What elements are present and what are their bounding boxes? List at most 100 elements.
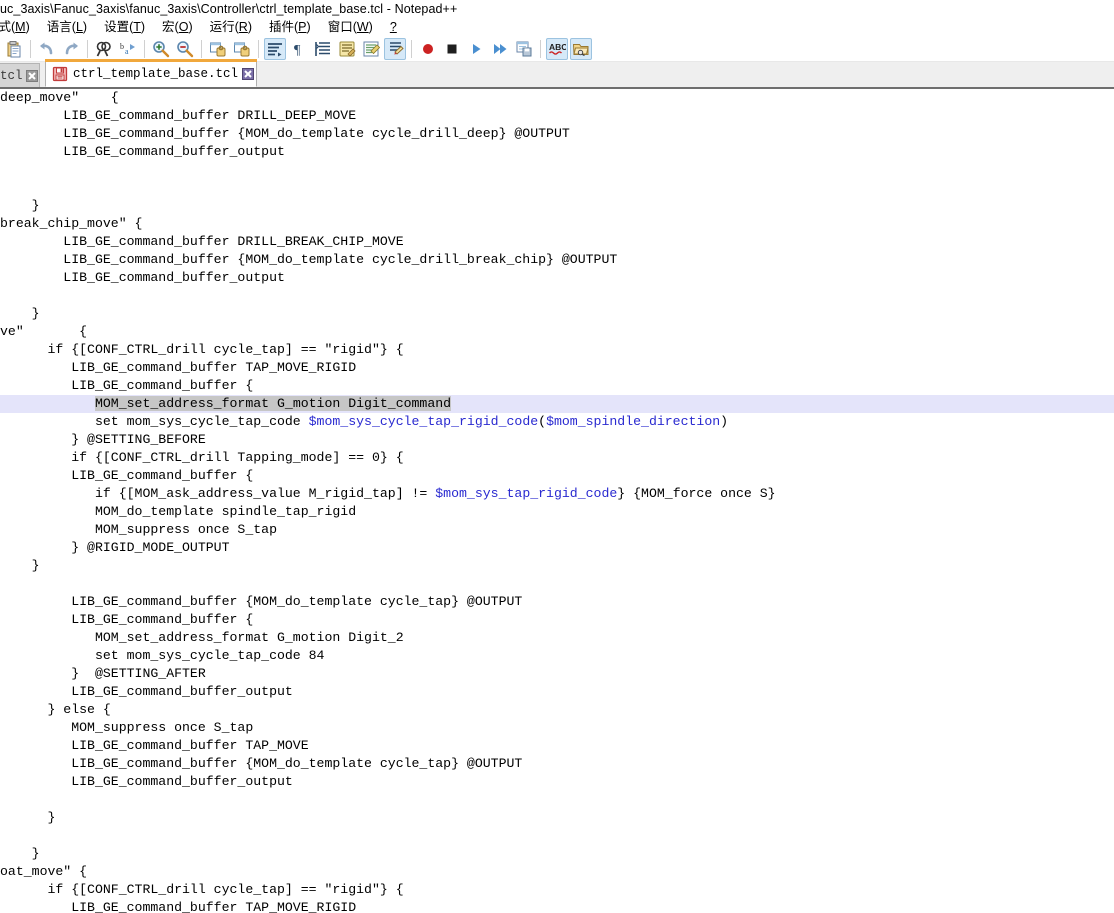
code-line[interactable]: LIB_GE_command_buffer DRILL_DEEP_MOVE [0,107,1114,125]
document-map-button[interactable] [360,38,382,60]
code-selection[interactable]: MOM_set_address_format G_motion Digit_co… [94,396,452,411]
paste-button[interactable] [3,38,25,60]
code-line[interactable]: LIB_GE_command_buffer TAP_MOVE_RIGID [0,899,1114,913]
function-list-button[interactable] [384,37,406,60]
code-line[interactable]: LIB_GE_command_buffer DRILL_BREAK_CHIP_M… [0,233,1114,251]
code-line[interactable]: LIB_GE_command_buffer { [0,377,1114,395]
code-line[interactable]: } else { [0,701,1114,719]
window-title-bar: uc_3axis\Fanuc_3axis\fanuc_3axis\Control… [0,0,1114,18]
code-line[interactable] [0,827,1114,845]
code-line[interactable]: LIB_GE_command_buffer TAP_MOVE_RIGID [0,359,1114,377]
redo-button[interactable] [60,38,82,60]
show-all-characters-button[interactable]: ¶ [288,38,310,60]
code-text-run: MOM_do_template spindle_tap_rigid [0,504,357,519]
code-line[interactable]: if {[CONF_CTRL_drill cycle_tap] == "rigi… [0,341,1114,359]
code-line[interactable]: break_chip_move" { [0,215,1114,233]
code-line[interactable] [0,575,1114,593]
code-text-run: } @SETTING_AFTER [0,666,206,681]
open-folder-button[interactable] [570,37,592,60]
code-text-run: } else { [0,702,111,717]
menu-item-macro[interactable]: 宏(O) [162,18,200,36]
code-line[interactable]: } @RIGID_MODE_OUTPUT [0,539,1114,557]
open-folder-icon [572,43,589,56]
code-line[interactable]: MOM_set_address_format G_motion Digit_2 [0,629,1114,647]
tab-inactive[interactable]: e.tcl [0,63,40,87]
find-button[interactable] [93,38,115,60]
menu-item-format[interactable]: 格式(M) [0,18,37,36]
menu-item-paren: ) [140,20,146,34]
menu-item-help[interactable]: ? [390,18,404,36]
code-line[interactable]: LIB_GE_command_buffer { [0,611,1114,629]
code-line[interactable]: LIB_GE_command_buffer {MOM_do_template c… [0,251,1114,269]
menu-item-accelerator: T [133,20,141,34]
code-line[interactable]: LIB_GE_command_buffer {MOM_do_template c… [0,755,1114,773]
play-macro-button[interactable] [465,38,487,60]
code-line[interactable]: if {[CONF_CTRL_drill cycle_tap] == "rigi… [0,881,1114,899]
code-editor[interactable]: deep_move" { LIB_GE_command_buffer DRILL… [0,89,1114,913]
paste-icon [7,40,21,57]
record-macro-button[interactable] [417,38,439,60]
code-line[interactable]: set mom_sys_cycle_tap_code $mom_sys_cycl… [0,413,1114,431]
menu-item-plugins[interactable]: 插件(P) [269,18,318,36]
code-line[interactable]: } [0,305,1114,323]
close-icon[interactable] [25,69,38,82]
menu-item-window[interactable]: 窗口(W) [328,18,380,36]
menu-item-label: 运行( [209,20,239,34]
code-line[interactable]: } [0,809,1114,827]
code-line[interactable]: MOM_do_template spindle_tap_rigid [0,503,1114,521]
code-line[interactable]: LIB_GE_command_buffer {MOM_do_template c… [0,593,1114,611]
close-icon[interactable] [241,68,254,81]
code-line[interactable]: LIB_GE_command_buffer {MOM_do_template c… [0,125,1114,143]
code-line[interactable]: LIB_GE_command_buffer_output [0,683,1114,701]
code-line[interactable]: } [0,845,1114,863]
save-macro-button[interactable] [513,38,535,60]
toolbar-separator [201,39,202,58]
play-multiple-macro-button[interactable] [489,38,511,60]
spellcheck-button[interactable]: ABC [546,37,568,60]
code-line[interactable]: oat_move" { [0,863,1114,881]
code-line[interactable]: set mom_sys_cycle_tap_code 84 [0,647,1114,665]
sync-vertical-scroll-button[interactable] [207,38,229,60]
code-text-run: } [0,846,40,861]
code-text-run: oat_move" { [0,864,88,879]
code-line[interactable]: MOM_suppress once S_tap [0,719,1114,737]
menu-item-language[interactable]: 语言(L) [47,18,94,36]
code-text-run: LIB_GE_command_buffer TAP_MOVE_RIGID [0,360,357,375]
code-line[interactable]: deep_move" { [0,89,1114,107]
undo-button[interactable] [36,38,58,60]
tab-ctrl-template-base[interactable]: ctrl_template_base.tcl [45,59,258,87]
page-title: uc_3axis\Fanuc_3axis\fanuc_3axis\Control… [0,2,458,16]
zoom-out-icon [177,40,194,57]
zoom-out-button[interactable] [174,38,196,60]
code-line[interactable]: LIB_GE_command_buffer { [0,467,1114,485]
code-line[interactable] [0,161,1114,179]
user-defined-dialog-button[interactable] [336,38,358,60]
code-line[interactable]: } @SETTING_BEFORE [0,431,1114,449]
code-line[interactable]: } [0,197,1114,215]
indent-guide-button[interactable] [312,38,334,60]
code-line[interactable]: LIB_GE_command_buffer_output [0,773,1114,791]
stop-macro-button[interactable] [441,38,463,60]
replace-button[interactable]: ba [117,38,139,60]
code-line[interactable] [0,791,1114,809]
code-line[interactable]: if {[CONF_CTRL_drill Tapping_mode] == 0}… [0,449,1114,467]
menu-item-run[interactable]: 运行(R) [210,18,259,36]
sync-horizontal-scroll-button[interactable] [231,38,253,60]
code-text-run: } [0,810,56,825]
code-text-run: } @SETTING_BEFORE [0,432,206,447]
code-line[interactable]: if {[MOM_ask_address_value M_rigid_tap] … [0,485,1114,503]
code-text[interactable]: deep_move" { LIB_GE_command_buffer DRILL… [0,89,1114,913]
code-line[interactable] [0,287,1114,305]
code-line-current[interactable]: MOM_set_address_format G_motion Digit_co… [0,395,1114,413]
code-line[interactable]: MOM_suppress once S_tap [0,521,1114,539]
word-wrap-button[interactable] [264,37,286,60]
menu-item-settings[interactable]: 设置(T) [104,18,152,36]
zoom-in-button[interactable] [150,38,172,60]
code-line[interactable]: LIB_GE_command_buffer_output [0,143,1114,161]
code-line[interactable]: LIB_GE_command_buffer_output [0,269,1114,287]
code-line[interactable] [0,179,1114,197]
code-line[interactable]: ve" { [0,323,1114,341]
code-line[interactable]: } [0,557,1114,575]
code-line[interactable]: LIB_GE_command_buffer TAP_MOVE [0,737,1114,755]
code-line[interactable]: } @SETTING_AFTER [0,665,1114,683]
